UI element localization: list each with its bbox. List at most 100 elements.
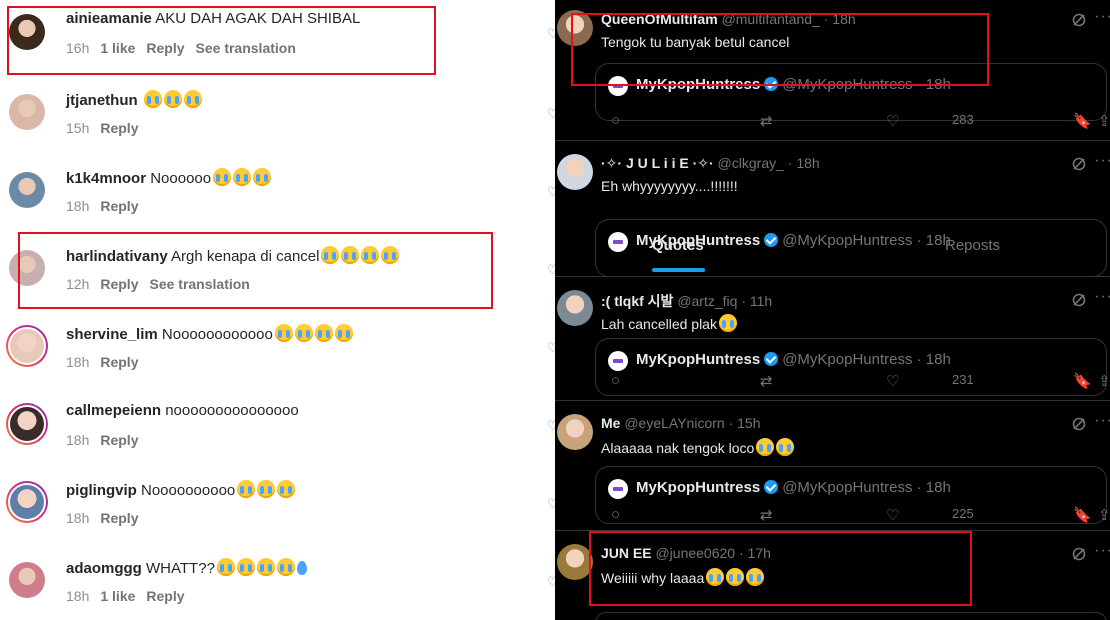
tweet-body: Lah cancelled plak: [601, 316, 717, 332]
bookmark-icon[interactable]: 🔖: [1073, 112, 1092, 130]
like-heart-icon[interactable]: ♡: [547, 184, 555, 199]
reply-icon[interactable]: ○: [611, 506, 620, 523]
like-heart-icon[interactable]: ♡: [547, 340, 555, 355]
more-options-icon[interactable]: ···: [1094, 288, 1110, 306]
like-heart-icon[interactable]: ♡: [547, 26, 555, 41]
tweet[interactable]: ·✧· J U L i i E ·✧· @clkgray_ · 18h Eh wh…: [555, 140, 1110, 277]
avatar[interactable]: [6, 403, 48, 445]
comment-meta: 18h Reply: [66, 432, 149, 448]
reply-button[interactable]: Reply: [100, 432, 138, 448]
reply-button[interactable]: Reply: [100, 198, 138, 214]
tweet-time[interactable]: · 11h: [741, 293, 772, 309]
reply-button[interactable]: Reply: [100, 354, 138, 370]
like-icon[interactable]: ♡: [886, 112, 899, 130]
avatar[interactable]: [6, 325, 48, 367]
tweet-display-name[interactable]: ·✧· J U L i i E ·✧·: [601, 155, 714, 171]
tweet-display-name[interactable]: Me: [601, 415, 620, 431]
comment-time: 18h: [66, 354, 90, 370]
quoted-time: · 18h: [916, 232, 951, 249]
quoted-avatar: [608, 479, 628, 499]
crying-emoji-icon: [183, 90, 202, 108]
tweet[interactable]: Me @eyeLAYnicorn · 15h Alaaaaa nak tengok…: [555, 400, 1110, 531]
crying-emoji-icon: [274, 324, 293, 342]
comment-text: piglingvip Noooooooooo: [66, 480, 296, 499]
like-heart-icon[interactable]: ♡: [547, 418, 555, 433]
avatar[interactable]: [9, 562, 45, 598]
avatar[interactable]: [557, 290, 593, 326]
bookmark-icon[interactable]: 🔖: [1073, 506, 1092, 524]
view-count[interactable]: 231: [952, 372, 974, 387]
grok-icon[interactable]: [1071, 156, 1087, 172]
quoted-display-name[interactable]: MyKpopHuntress: [636, 232, 760, 249]
avatar[interactable]: [9, 172, 45, 208]
quoted-handle[interactable]: @MyKpopHuntress: [782, 479, 912, 496]
tweet-handle[interactable]: @clkgray_: [718, 155, 784, 171]
more-options-icon[interactable]: ···: [1094, 542, 1110, 560]
like-count[interactable]: 1 like: [100, 588, 135, 604]
highlight-box: [571, 13, 989, 86]
reply-icon[interactable]: ○: [611, 372, 620, 389]
repost-icon[interactable]: ⇄: [760, 112, 773, 130]
comment-row: piglingvip Noooooooooo 18h Reply ♡: [0, 470, 555, 548]
grok-icon[interactable]: [1071, 416, 1087, 432]
tweet-handle[interactable]: @eyeLAYnicorn: [624, 415, 724, 431]
quoted-tweet[interactable]: MyKpopHuntress @MyKpopHuntress · 18h: [595, 219, 1107, 277]
crying-emoji-icon: [256, 558, 275, 576]
comment-row: adaomggg WHATT?? 18h 1 like Reply ♡: [0, 548, 555, 620]
avatar[interactable]: [557, 414, 593, 450]
quoted-handle[interactable]: @MyKpopHuntress: [782, 351, 912, 368]
share-icon[interactable]: ⇪: [1098, 112, 1110, 130]
comment-meta: 18h Reply: [66, 198, 149, 214]
grok-icon[interactable]: [1071, 12, 1087, 28]
like-heart-icon[interactable]: ♡: [547, 262, 555, 277]
like-heart-icon[interactable]: ♡: [547, 496, 555, 511]
avatar[interactable]: [557, 544, 593, 580]
tweet-time[interactable]: · 15h: [729, 415, 761, 431]
tweet-handle[interactable]: @artz_fiq: [677, 293, 737, 309]
repost-icon[interactable]: ⇄: [760, 506, 773, 524]
view-count[interactable]: 283: [952, 112, 974, 127]
quoted-handle[interactable]: @MyKpopHuntress: [782, 232, 912, 249]
like-icon[interactable]: ♡: [886, 506, 899, 524]
tweet[interactable]: :( tlqkf 시발 @artz_fiq · 11h Lah cancelled…: [555, 276, 1110, 401]
more-options-icon[interactable]: ···: [1094, 8, 1110, 26]
like-icon[interactable]: ♡: [886, 372, 899, 390]
grok-icon[interactable]: [1071, 546, 1087, 562]
quoted-display-name[interactable]: MyKpopHuntress: [636, 351, 760, 368]
comment-username[interactable]: shervine_lim: [66, 326, 158, 343]
more-options-icon[interactable]: ···: [1094, 412, 1110, 430]
grok-icon[interactable]: [1071, 292, 1087, 308]
share-icon[interactable]: ⇪: [1098, 372, 1110, 390]
comment-username[interactable]: k1k4mnoor: [66, 170, 146, 187]
tweet-time[interactable]: · 18h: [788, 155, 820, 171]
emoji-icon: [776, 438, 795, 456]
comment-username[interactable]: adaomggg: [66, 560, 142, 577]
comment-username[interactable]: jtjanethun: [66, 92, 138, 109]
quoted-tweet[interactable]: MyKpopHuntress@MyKpopHuntress · 18h: [595, 612, 1107, 620]
repost-icon[interactable]: ⇄: [760, 372, 773, 390]
comment-text: callmepeienn nooooooooooooooo: [66, 402, 299, 419]
tweet-header: ·✧· J U L i i E ·✧· @clkgray_ · 18h: [601, 155, 820, 172]
crying-emoji-icon: [253, 168, 272, 186]
reply-button[interactable]: Reply: [100, 510, 138, 526]
tweet-display-name[interactable]: :( tlqkf 시발: [601, 293, 673, 309]
like-heart-icon[interactable]: ♡: [547, 574, 555, 589]
reply-icon[interactable]: ○: [611, 112, 620, 129]
avatar[interactable]: [557, 154, 593, 190]
comment-text: adaomggg WHATT??: [66, 558, 307, 577]
avatar[interactable]: [6, 481, 48, 523]
bookmark-icon[interactable]: 🔖: [1073, 372, 1092, 390]
share-icon[interactable]: ⇪: [1098, 506, 1110, 524]
comment-time: 15h: [66, 120, 90, 136]
reply-button[interactable]: Reply: [100, 120, 138, 136]
like-heart-icon[interactable]: ♡: [547, 106, 555, 121]
avatar[interactable]: [9, 94, 45, 130]
comment-username[interactable]: piglingvip: [66, 482, 137, 499]
quoted-display-name[interactable]: MyKpopHuntress: [636, 479, 760, 496]
comment-username[interactable]: callmepeienn: [66, 402, 161, 419]
verified-badge-icon: [764, 233, 779, 247]
reply-button[interactable]: Reply: [146, 588, 184, 604]
comment-body: WHATT??: [146, 560, 215, 577]
view-count[interactable]: 225: [952, 506, 974, 521]
more-options-icon[interactable]: ···: [1094, 152, 1110, 170]
